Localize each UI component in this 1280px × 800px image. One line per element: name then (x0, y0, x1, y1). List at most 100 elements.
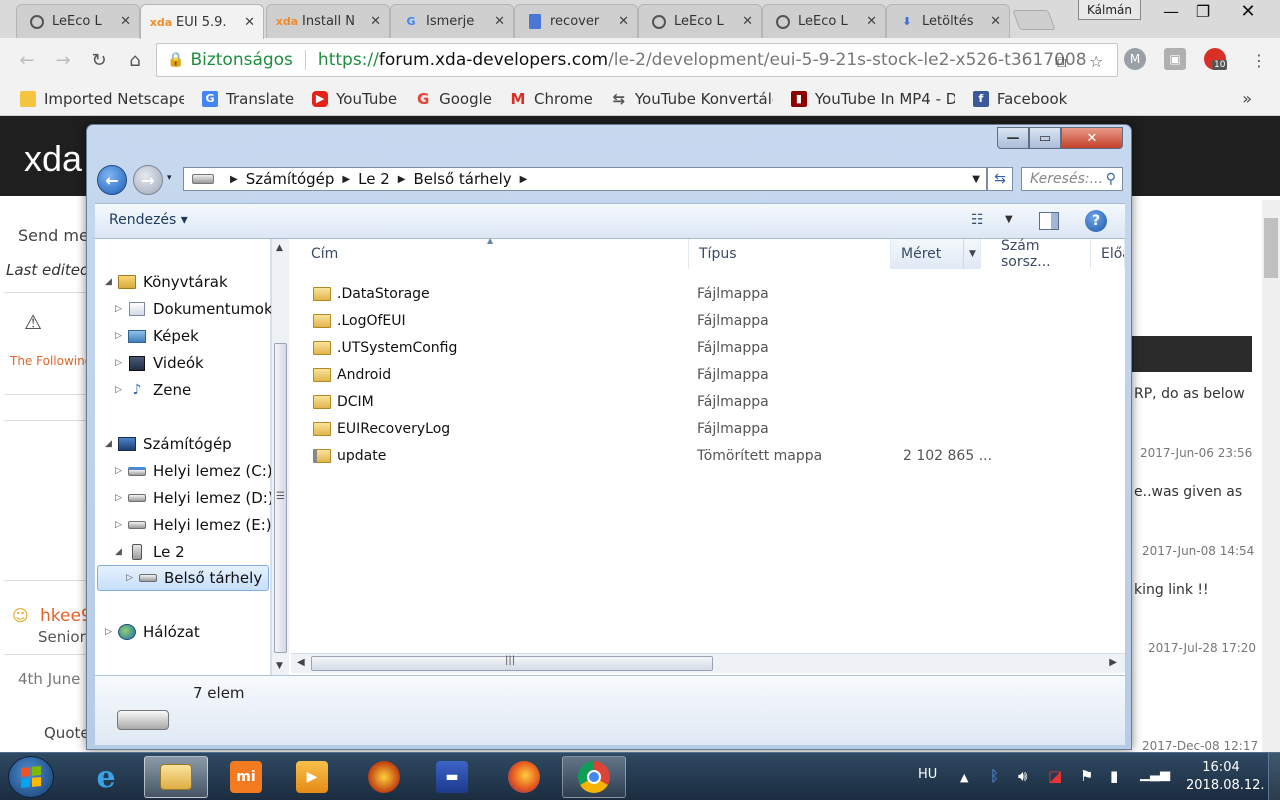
bookmark-translate[interactable]: G Translate (202, 90, 294, 108)
explorer-close-button[interactable]: ✕ (1061, 127, 1123, 149)
antivirus-icon[interactable]: ◪ (1048, 767, 1062, 785)
reload-icon[interactable]: ↻ (82, 43, 116, 77)
explorer-address-bar[interactable]: ▶ Számítógép ▶ Le 2 ▶ Belső tárhely ▶ ▼ (183, 167, 987, 191)
column-header-name[interactable]: Cím (301, 239, 689, 269)
file-row[interactable]: update Tömörített mappa 2 102 865 ... (307, 443, 1117, 470)
page-scrollbar-thumb[interactable] (1264, 218, 1278, 278)
browser-tab-2-active[interactable]: xda EUI 5.9. ✕ (140, 4, 264, 39)
chevron-right-icon[interactable]: ▶ (398, 174, 406, 185)
explorer-minimize-button[interactable]: — (997, 127, 1029, 149)
column-filter-dropdown-icon[interactable]: ▼ (963, 239, 981, 269)
explorer-back-button[interactable]: ← (97, 165, 127, 195)
browser-tab-7[interactable]: LeEco L ✕ (762, 4, 886, 38)
breadcrumb-internal-storage[interactable]: Belső tárhely (413, 170, 511, 188)
browser-tab-1[interactable]: LeEco L ✕ (16, 4, 140, 38)
scroll-down-icon[interactable]: ▼ (276, 661, 283, 671)
browser-tab-8[interactable]: ⬇ Letöltés ✕ (886, 4, 1010, 38)
recent-pages-dropdown-icon[interactable]: ▾ (167, 173, 172, 183)
new-tab-button[interactable] (1012, 10, 1056, 30)
expand-icon[interactable]: ▷ (126, 573, 138, 583)
nav-computer[interactable]: ◢ Számítógép (105, 431, 232, 457)
collapse-icon[interactable]: ◢ (115, 547, 127, 557)
tab-close-icon[interactable]: ✕ (866, 14, 877, 29)
minimize-icon[interactable]: — (1156, 0, 1186, 22)
taskbar-media-player[interactable]: ▶ (280, 756, 344, 798)
file-row[interactable]: .DataStorage Fájlmappa (307, 281, 1117, 308)
nav-network[interactable]: ▷ Hálózat (105, 619, 200, 645)
tab-close-icon[interactable]: ✕ (742, 14, 753, 29)
nav-drive-d[interactable]: ▷ Helyi lemez (D:) (115, 485, 274, 511)
show-hidden-icons-icon[interactable]: ▲ (960, 771, 968, 784)
bluetooth-icon[interactable]: ᛒ (990, 767, 999, 785)
preview-pane-icon[interactable] (1039, 212, 1059, 230)
file-row[interactable]: EUIRecoveryLog Fájlmappa (307, 416, 1117, 443)
language-indicator[interactable]: HU (918, 767, 937, 782)
explorer-maximize-button[interactable]: ▭ (1029, 127, 1061, 149)
scroll-right-icon[interactable]: ▶ (1109, 657, 1117, 668)
extension-m-icon[interactable]: M (1124, 48, 1146, 70)
power-icon[interactable]: ▮ (1110, 767, 1118, 785)
expand-icon[interactable]: ▷ (115, 466, 127, 476)
menu-kebab-icon[interactable]: ⋮ (1242, 43, 1276, 77)
file-row[interactable]: .UTSystemConfig Fájlmappa (307, 335, 1117, 362)
file-row[interactable]: DCIM Fájlmappa (307, 389, 1117, 416)
explorer-search-input[interactable]: Keresés:... ⚲ (1021, 167, 1123, 191)
nav-libraries[interactable]: ◢ Könyvtárak (105, 269, 228, 295)
nav-le2-device[interactable]: ◢ Le 2 (115, 539, 185, 565)
address-bar[interactable]: 🔒 Biztonságos https://forum.xda-develope… (156, 43, 1118, 77)
collapse-icon[interactable]: ◢ (105, 277, 117, 287)
page-scrollbar[interactable] (1262, 200, 1280, 752)
bookmark-youtube-in-mp4[interactable]: ▮ YouTube In MP4 - Do (790, 90, 955, 108)
bookmark-youtube-konvertalo[interactable]: ⇆ YouTube Konvertáló (611, 90, 773, 108)
taskbar-burning-app[interactable] (352, 756, 416, 798)
tab-close-icon[interactable]: ✕ (618, 14, 629, 29)
home-icon[interactable]: ⌂ (118, 43, 152, 77)
bookmark-google[interactable]: G Google (415, 90, 492, 108)
help-icon[interactable]: ? (1085, 210, 1107, 232)
refresh-icon[interactable]: ⇆ (987, 167, 1013, 191)
tab-close-icon[interactable]: ✕ (494, 14, 505, 29)
taskbar-file-explorer[interactable] (144, 756, 208, 798)
breadcrumb-le2[interactable]: Le 2 (358, 170, 390, 188)
organize-button[interactable]: Rendezés ▾ (109, 212, 188, 228)
start-button[interactable] (8, 756, 54, 798)
close-icon[interactable]: ✕ (1228, 0, 1268, 22)
taskbar-firefox[interactable] (492, 756, 556, 798)
tab-close-icon[interactable]: ✕ (370, 14, 381, 29)
browser-tab-5[interactable]: recover ✕ (514, 4, 638, 38)
nav-documents[interactable]: ▷ Dokumentumok (115, 296, 273, 322)
bookmark-imported-netscape[interactable]: Imported Netscape N (20, 90, 184, 108)
back-arrow-icon[interactable]: ← (10, 43, 44, 77)
navigation-scrollbar[interactable]: ▲ ☰ ▼ (271, 239, 289, 675)
column-header-artist[interactable]: Előa (1091, 239, 1125, 269)
user-name-link[interactable]: hkee9 (40, 606, 92, 626)
nav-drive-e[interactable]: ▷ Helyi lemez (E:) (115, 512, 272, 538)
bookmark-facebook[interactable]: f Facebook (972, 90, 1067, 108)
taskbar-floppy-app[interactable]: ▬ (420, 756, 484, 798)
file-row[interactable]: .LogOfEUI Fájlmappa (307, 308, 1117, 335)
expand-icon[interactable]: ▷ (115, 358, 127, 368)
nav-drive-c[interactable]: ▷ Helyi lemez (C:) (115, 458, 273, 484)
tab-close-icon[interactable]: ✕ (244, 15, 255, 30)
forward-arrow-icon[interactable]: → (46, 43, 80, 77)
taskbar-mi-app[interactable]: mi (214, 756, 278, 798)
volume-icon[interactable]: 🔊︎ (1018, 767, 1027, 785)
column-header-track-number[interactable]: Szám sorsz... (991, 238, 1091, 270)
system-clock[interactable]: 16:04 2018.08.12. (1186, 759, 1265, 795)
extension-lock-icon[interactable]: ▣ (1164, 48, 1186, 70)
scroll-left-icon[interactable]: ◀ (297, 657, 305, 668)
expand-icon[interactable]: ▷ (105, 627, 117, 637)
maximize-icon[interactable]: ❐ (1188, 0, 1218, 22)
nav-pictures[interactable]: ▷ Képek (115, 323, 199, 349)
expand-icon[interactable]: ▷ (115, 520, 127, 530)
profile-name[interactable]: Kálmán (1078, 0, 1141, 20)
column-header-type[interactable]: Típus (689, 239, 891, 269)
taskbar-internet-explorer[interactable]: e (74, 756, 138, 798)
network-signal-icon[interactable]: ▁▃▅ (1140, 767, 1170, 782)
browser-tab-6[interactable]: LeEco L ✕ (638, 4, 762, 38)
browser-tab-4[interactable]: G Ismerje ✕ (390, 4, 514, 38)
translate-page-icon[interactable]: ⧉ (1055, 52, 1066, 72)
nav-videos[interactable]: ▷ Videók (115, 350, 204, 376)
bookmark-youtube[interactable]: ▶ YouTube (312, 90, 397, 108)
expand-icon[interactable]: ▷ (115, 304, 127, 314)
